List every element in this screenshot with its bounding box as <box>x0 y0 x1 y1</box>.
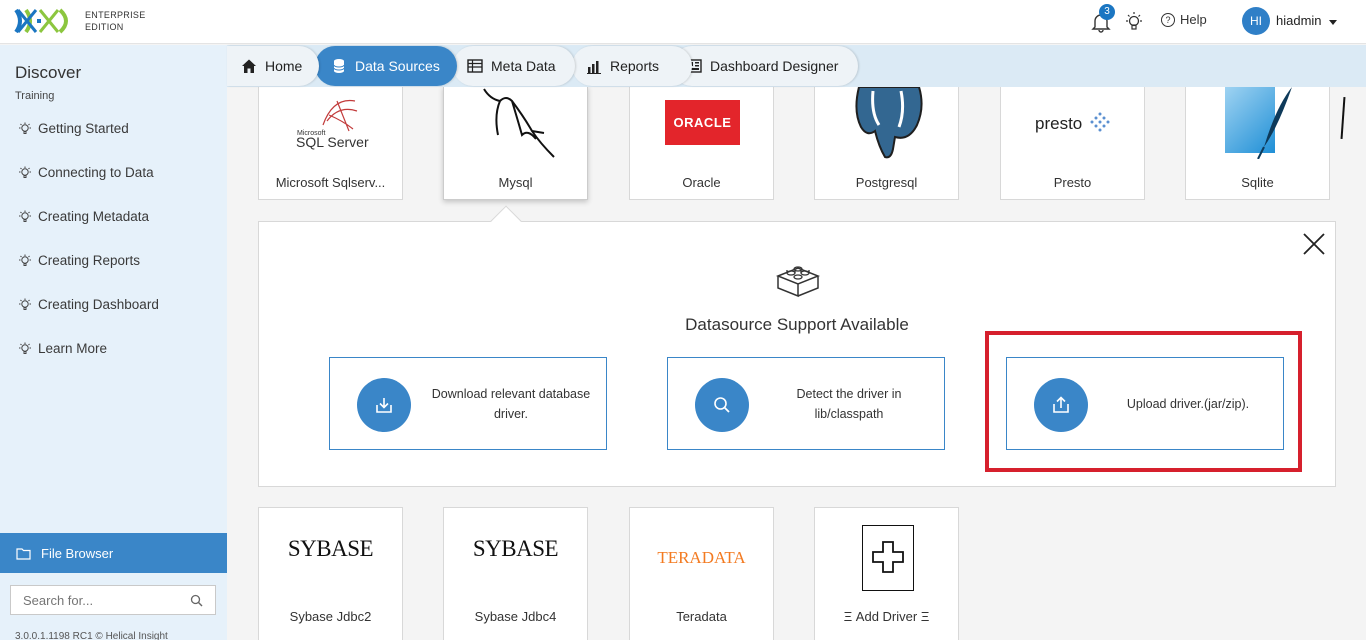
option-label: Detect the driver in lib/classpath <box>796 386 902 421</box>
sybase-logo: SYBASE <box>472 536 559 561</box>
datasource-card-add-driver[interactable]: Ξ Add Driver Ξ <box>814 507 959 640</box>
main-nav: Dashboard Designer Reports Meta Data Dat… <box>227 45 1366 87</box>
version-footer: 3.0.0.1.1198 RC1 © Helical Insight <box>15 631 168 640</box>
search-icon[interactable] <box>190 594 203 607</box>
datasource-card-sybase-jdbc2[interactable]: SYBASE Sybase Jdbc2 <box>258 507 403 640</box>
sybase-logo: SYBASE <box>287 536 374 561</box>
lightbulb-icon <box>19 342 31 354</box>
postgresql-elephant-logo-icon <box>855 87 923 159</box>
lightbulb-icon <box>19 210 31 222</box>
tab-home[interactable]: Home <box>227 46 319 86</box>
mysql-dolphin-logo-icon <box>483 88 555 158</box>
add-driver-box <box>862 525 914 591</box>
username-dropdown[interactable]: hiadmin <box>1276 13 1322 28</box>
partial-card-logo <box>1340 96 1346 140</box>
sidebar-item-connecting-to-data[interactable]: Connecting to Data <box>18 165 154 180</box>
datasource-card-label: Ξ Add Driver Ξ <box>843 609 930 624</box>
lightbulb-icon <box>19 166 31 178</box>
sql-server-logo-icon <box>322 99 358 132</box>
bar-chart-icon <box>587 61 601 74</box>
avatar[interactable]: HI <box>1242 7 1270 35</box>
plus-icon <box>872 541 904 573</box>
top-header: ENTERPRISE EDITION 3 ? Help HI hiadmin <box>0 0 1366 44</box>
datasource-card-label: Sqlite <box>1241 175 1274 190</box>
sidebar-item-creating-metadata[interactable]: Creating Metadata <box>18 209 149 224</box>
upload-highlight-box <box>985 331 1302 472</box>
datasource-grid: Microsoft SQL Server Microsoft Sqlserv..… <box>227 87 1366 640</box>
download-driver-option[interactable]: Download relevant database driver. <box>329 357 607 450</box>
tab-dashboard-designer[interactable]: Dashboard Designer <box>672 46 858 86</box>
datasource-card-label: Sybase Jdbc4 <box>474 609 557 624</box>
tab-meta-data[interactable]: Meta Data <box>453 46 575 86</box>
notification-count-badge: 3 <box>1099 4 1115 20</box>
search-icon <box>695 378 749 432</box>
lightbulb-icon <box>19 254 31 266</box>
sidebar-item-creating-dashboard[interactable]: Creating Dashboard <box>18 297 159 312</box>
sidebar-item-learn-more[interactable]: Learn More <box>18 341 107 356</box>
detect-driver-option[interactable]: Detect the driver in lib/classpath <box>667 357 945 450</box>
datasource-card-label: Mysql <box>498 175 533 190</box>
table-icon <box>467 59 483 73</box>
oracle-logo: ORACLE <box>665 100 740 145</box>
datasource-card-oracle[interactable]: ORACLE Oracle <box>629 87 774 200</box>
datasource-card-label: Postgresql <box>855 175 918 190</box>
sqlite-feather-icon <box>1257 87 1292 159</box>
datasource-card-label: Oracle <box>682 175 721 190</box>
datasource-card-sybase-jdbc4[interactable]: SYBASE Sybase Jdbc4 <box>443 507 588 640</box>
download-icon <box>357 378 411 432</box>
datasource-card-label: Microsoft Sqlserv... <box>275 175 386 190</box>
file-search-input[interactable] <box>23 592 173 608</box>
sidebar-subtitle: Training <box>15 90 55 102</box>
lightbulb-icon[interactable] <box>1124 11 1144 33</box>
datasource-card-presto[interactable]: presto Presto <box>1000 87 1145 200</box>
option-label: Download relevant database driver. <box>431 386 591 421</box>
presto-dots-icon <box>1090 112 1110 132</box>
sidebar: Discover Training Getting Started Connec… <box>0 45 227 640</box>
sidebar-item-creating-reports[interactable]: Creating Reports <box>18 253 140 268</box>
datasource-card-label: Teradata <box>676 609 727 624</box>
home-icon <box>242 59 256 73</box>
sidebar-title: Discover <box>15 63 82 82</box>
lego-block-icon <box>775 266 821 298</box>
lightbulb-icon <box>19 298 31 310</box>
datasource-card-label: Presto <box>1053 175 1092 190</box>
folder-icon <box>16 547 31 560</box>
close-icon[interactable] <box>1302 232 1326 256</box>
sidebar-item-getting-started[interactable]: Getting Started <box>18 121 129 136</box>
datasource-card-mysql[interactable]: Mysql <box>443 87 588 200</box>
datasource-card-sqlite[interactable]: Sqlite <box>1185 87 1330 200</box>
tab-reports[interactable]: Reports <box>572 46 692 86</box>
help-icon: ? <box>1161 12 1175 27</box>
tab-data-sources[interactable]: Data Sources <box>315 46 457 86</box>
help-link[interactable]: ? Help <box>1161 12 1207 27</box>
helical-insight-logo[interactable] <box>14 6 74 36</box>
file-browser-button[interactable]: File Browser <box>0 533 227 573</box>
sql-server-logo-text: SQL Server <box>296 134 369 150</box>
caret-down-icon[interactable] <box>1329 20 1337 25</box>
datasource-card-label: Sybase Jdbc2 <box>289 609 372 624</box>
datasource-card-teradata[interactable]: TERADATA Teradata <box>629 507 774 640</box>
datasource-card-sqlserver[interactable]: Microsoft SQL Server Microsoft Sqlserv..… <box>258 87 403 200</box>
edition-label: ENTERPRISE EDITION <box>85 10 146 32</box>
teradata-logo: TERADATA <box>657 548 746 567</box>
datasource-card-postgresql[interactable]: Postgresql <box>814 87 959 200</box>
file-search-box[interactable] <box>10 585 216 615</box>
lightbulb-icon <box>19 122 31 134</box>
database-icon <box>333 59 345 73</box>
presto-logo-text: presto <box>1035 114 1083 133</box>
